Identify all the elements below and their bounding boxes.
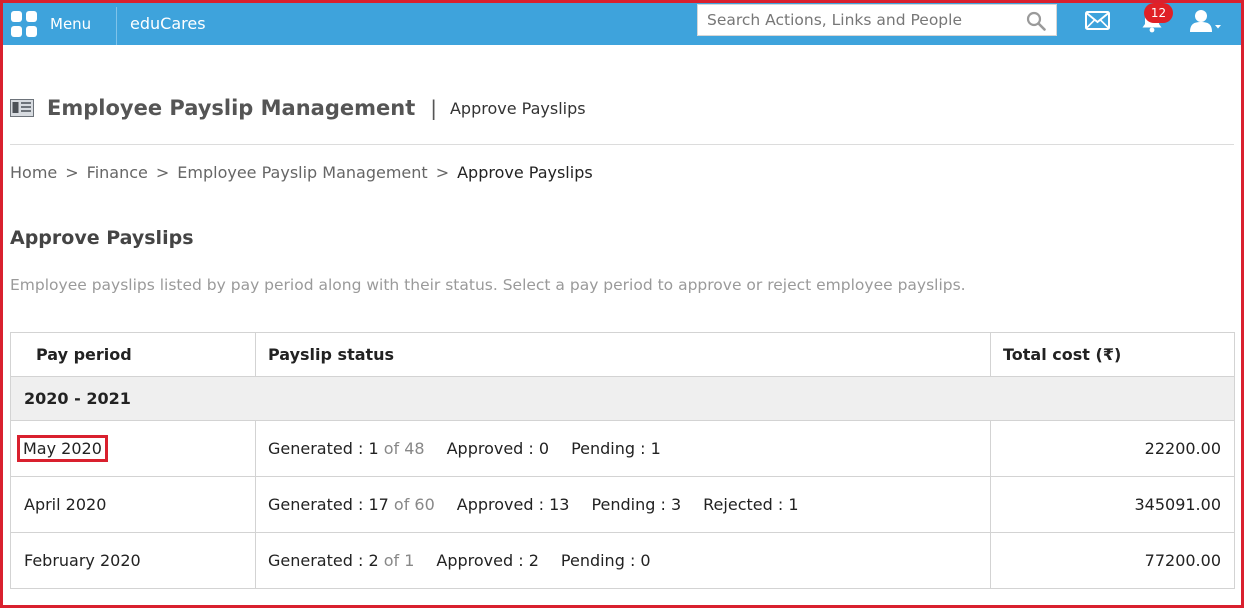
- menu-button[interactable]: Menu: [11, 3, 91, 45]
- header-payslip-status: Payslip status: [255, 332, 991, 377]
- generated-count: Generated : 17 of 60: [268, 495, 435, 514]
- pending-count: Pending : 0: [560, 551, 651, 570]
- page-subtitle: Approve Payslips: [449, 98, 586, 118]
- payslips-table: Pay period Payslip status Total cost (₹)…: [10, 332, 1235, 589]
- search-icon[interactable]: [1026, 11, 1046, 31]
- total-cost-cell: 345091.00: [990, 476, 1235, 533]
- section-title: Approve Payslips: [10, 227, 194, 249]
- breadcrumb: Home > Finance > Employee Payslip Management…: [10, 163, 593, 182]
- pending-count: Pending : 3: [591, 495, 682, 514]
- page-header: Employee Payslip Management | Approve Pa…: [10, 90, 586, 126]
- generated-value: Generated : 1: [268, 439, 379, 458]
- header-pay-period: Pay period: [10, 332, 256, 377]
- user-menu-icon[interactable]: [1188, 9, 1224, 33]
- section-description: Employee payslips listed by pay period a…: [10, 276, 966, 294]
- total-cost-cell: 22200.00: [990, 420, 1235, 477]
- generated-total: of 60: [393, 495, 435, 514]
- fiscal-year-label: 2020 - 2021: [10, 376, 1235, 421]
- menu-label: Menu: [50, 15, 92, 33]
- rejected-count: Rejected : 1: [703, 495, 799, 514]
- approved-count: Approved : 13: [456, 495, 570, 514]
- payslip-status-cell: Generated : 17 of 60 Approved : 13 Pending…: [255, 476, 991, 533]
- table-header-row: Pay period Payslip status Total cost (₹): [10, 332, 1235, 377]
- breadcrumb-finance[interactable]: Finance: [87, 163, 148, 182]
- generated-count: Generated : 2 of 1: [268, 551, 414, 570]
- payslip-status-cell: Generated : 1 of 48 Approved : 0 Pending :…: [255, 420, 991, 477]
- pay-period-link[interactable]: May 2020: [17, 435, 108, 462]
- generated-total: of 48: [383, 439, 425, 458]
- pending-count: Pending : 1: [571, 439, 661, 458]
- total-cost-cell: 77200.00: [990, 532, 1235, 589]
- pay-period-cell[interactable]: April 2020: [10, 476, 256, 533]
- breadcrumb-current: Approve Payslips: [457, 163, 593, 182]
- page-title: Employee Payslip Management: [47, 96, 416, 120]
- generated-value: Generated : 17: [268, 495, 389, 514]
- menu-grid-icon: [11, 11, 37, 37]
- search-box: [697, 4, 1057, 36]
- payslip-status-cell: Generated : 2 of 1 Approved : 2 Pending : …: [255, 532, 991, 589]
- generated-count: Generated : 1 of 48: [268, 439, 425, 458]
- generated-total: of 1: [383, 551, 415, 570]
- table-row[interactable]: April 2020 Generated : 17 of 60 Approved …: [10, 476, 1235, 533]
- fiscal-year-group-row: 2020 - 2021: [10, 376, 1235, 421]
- breadcrumb-separator: >: [155, 163, 170, 182]
- header-divider: [10, 144, 1234, 145]
- header-total-cost: Total cost (₹): [990, 332, 1235, 377]
- breadcrumb-separator: >: [65, 163, 79, 182]
- breadcrumb-separator: >: [435, 163, 450, 182]
- title-separator: |: [430, 96, 437, 120]
- brand-name[interactable]: eduCares: [130, 3, 206, 45]
- mail-icon[interactable]: [1085, 11, 1110, 30]
- payslip-icon: [10, 99, 34, 117]
- generated-value: Generated : 2: [268, 551, 379, 570]
- notification-count-badge: 12: [1144, 3, 1173, 23]
- pay-period-cell: May 2020: [10, 420, 256, 477]
- topbar-divider: [116, 7, 117, 45]
- table-row[interactable]: February 2020 Generated : 2 of 1 Approved…: [10, 532, 1235, 589]
- search-input[interactable]: [698, 5, 1018, 35]
- pay-period-cell[interactable]: February 2020: [10, 532, 256, 589]
- table-row[interactable]: May 2020 Generated : 1 of 48 Approved : 0…: [10, 420, 1235, 477]
- breadcrumb-employee-payslip-management[interactable]: Employee Payslip Management: [177, 163, 427, 182]
- approved-count: Approved : 0: [446, 439, 550, 458]
- breadcrumb-home[interactable]: Home: [10, 163, 57, 182]
- approved-count: Approved : 2: [436, 551, 539, 570]
